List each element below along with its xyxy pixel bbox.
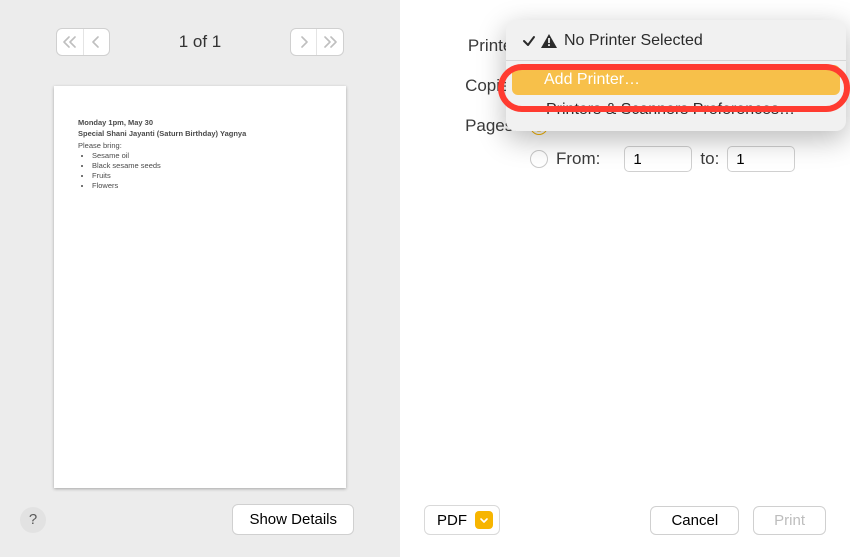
printer-label: Printer <box>400 36 518 56</box>
from-label: From: <box>556 149 600 169</box>
next-page-button[interactable] <box>291 29 317 55</box>
warning-icon <box>540 33 558 49</box>
printer-dropdown-menu: No Printer Selected Add Printer… Printer… <box>506 20 846 131</box>
controls-footer: PDF Cancel Print <box>400 505 850 557</box>
doc-line2: Special Shani Jayanti (Saturn Birthday) … <box>78 129 322 139</box>
dropdown-separator <box>506 60 846 61</box>
list-item: Sesame oil <box>92 151 322 161</box>
to-input[interactable] <box>727 146 795 172</box>
pages-range-row: From: to: <box>400 146 822 172</box>
pdf-label: PDF <box>437 512 467 529</box>
show-details-button[interactable]: Show Details <box>232 504 354 535</box>
doc-list: Sesame oil Black sesame seeds Fruits Flo… <box>92 151 322 190</box>
dropdown-item-preferences[interactable]: Printers & Scanners Preferences… <box>506 95 846 125</box>
pdf-dropdown-button[interactable]: PDF <box>424 505 500 535</box>
first-page-button[interactable] <box>57 29 83 55</box>
print-button[interactable]: Print <box>753 506 826 535</box>
doc-line1: Monday 1pm, May 30 <box>78 118 322 128</box>
nav-first-prev-group <box>56 28 110 56</box>
doc-line3: Please bring: <box>78 141 322 151</box>
footer-right: Cancel Print <box>650 506 826 535</box>
list-item: Black sesame seeds <box>92 161 322 171</box>
to-label: to: <box>700 149 719 169</box>
preview-pane: 1 of 1 Monday 1pm, May 30 Special Shani … <box>0 0 400 557</box>
copies-label: Copies <box>400 76 518 96</box>
last-page-button[interactable] <box>316 29 343 55</box>
dropdown-item-add-printer[interactable]: Add Printer… <box>512 65 840 95</box>
check-icon <box>520 34 538 48</box>
from-input[interactable] <box>624 146 692 172</box>
prev-page-button[interactable] <box>83 29 110 55</box>
dropdown-item-no-printer[interactable]: No Printer Selected <box>506 26 846 56</box>
preview-header: 1 of 1 <box>0 0 400 68</box>
preview-footer: ? Show Details <box>0 488 400 557</box>
double-chevron-right-icon <box>323 36 337 48</box>
chevron-left-icon <box>91 36 101 48</box>
dropdown-item-label: Printers & Scanners Preferences… <box>546 101 795 119</box>
double-chevron-left-icon <box>63 36 77 48</box>
page-preview: Monday 1pm, May 30 Special Shani Jayanti… <box>54 86 346 488</box>
dropdown-item-label: Add Printer… <box>544 71 640 89</box>
page-indicator: 1 of 1 <box>179 32 222 52</box>
chevron-right-icon <box>299 36 309 48</box>
nav-next-last-group <box>290 28 344 56</box>
help-button[interactable]: ? <box>20 507 46 533</box>
pages-label: Pages: <box>400 116 518 136</box>
chevron-down-icon <box>475 511 493 529</box>
list-item: Fruits <box>92 171 322 181</box>
list-item: Flowers <box>92 181 322 191</box>
help-icon: ? <box>29 511 37 528</box>
pages-range-radio[interactable] <box>530 150 548 168</box>
dropdown-item-label: No Printer Selected <box>564 32 703 50</box>
cancel-button[interactable]: Cancel <box>650 506 739 535</box>
